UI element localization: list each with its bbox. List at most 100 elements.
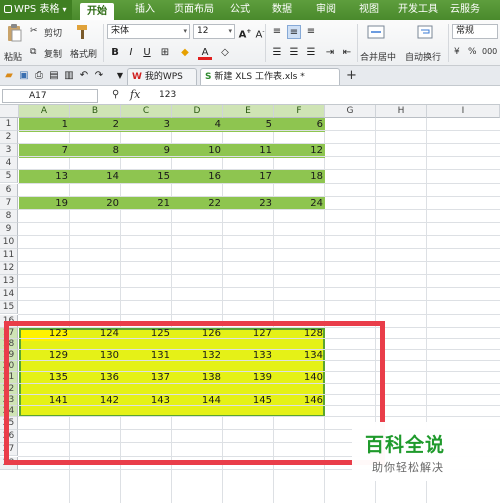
tab-view[interactable]: 视图 [355, 0, 383, 20]
redo-icon[interactable]: ↷ [92, 69, 106, 83]
tab-home[interactable]: 开始 [80, 3, 114, 20]
column-header-e[interactable]: E [223, 105, 274, 118]
outdent-icon[interactable]: ⇤ [340, 46, 354, 60]
undo-icon[interactable]: ↶ [77, 69, 91, 83]
font-color-icon[interactable]: A [198, 46, 212, 60]
align-middle-icon[interactable]: ≡ [287, 25, 301, 39]
cell[interactable]: 2 [70, 118, 121, 131]
cell[interactable]: 21 [121, 197, 172, 210]
cell[interactable]: 10 [172, 144, 223, 157]
align-left-icon[interactable]: ☰ [270, 46, 284, 60]
cell[interactable]: 5 [223, 118, 274, 131]
row-header[interactable]: 6 [0, 183, 18, 197]
cell[interactable]: 3 [121, 118, 172, 131]
column-header-a[interactable]: A [19, 105, 70, 118]
print-preview-icon[interactable]: ▤ [47, 69, 61, 83]
cell[interactable]: 16 [172, 170, 223, 183]
cell[interactable]: 12 [274, 144, 325, 157]
column-header-f[interactable]: F [274, 105, 325, 118]
paste-button[interactable]: 粘贴 [4, 50, 22, 63]
cell[interactable]: 23 [223, 197, 274, 210]
cell[interactable]: 1 [19, 118, 70, 131]
cell[interactable]: 15 [121, 170, 172, 183]
row-header[interactable]: 10 [0, 235, 18, 249]
percent-button[interactable]: % [468, 47, 477, 57]
fx-button[interactable]: fx [130, 88, 140, 101]
cell[interactable]: 17 [223, 170, 274, 183]
cell[interactable]: 14 [70, 170, 121, 183]
column-header-g[interactable]: G [325, 105, 376, 118]
cell[interactable]: 24 [274, 197, 325, 210]
column-header-i[interactable]: I [427, 105, 500, 118]
cell[interactable]: 6 [274, 118, 325, 131]
tab-my-wps[interactable]: W 我的WPS [127, 68, 197, 85]
paste-icon[interactable] [6, 24, 22, 42]
tab-page-layout[interactable]: 页面布局 [170, 0, 218, 20]
row-header[interactable]: 2 [0, 131, 18, 145]
align-top-icon[interactable]: ≡ [270, 25, 284, 39]
align-right-icon[interactable]: ☰ [304, 46, 318, 60]
cell[interactable]: 22 [172, 197, 223, 210]
copy-icon[interactable]: ⧉ [30, 47, 36, 57]
save-icon[interactable]: ▣ [17, 69, 31, 83]
spreadsheet-grid[interactable]: A B C D E F G H I 1 2 3 4 5 6 7 8 9 10 11 12 13 14 15 1… [0, 105, 500, 503]
app-menu-button[interactable]: WPS 表格 ▾ [0, 0, 72, 20]
name-box[interactable]: A17 [2, 89, 98, 103]
row-header[interactable]: 11 [0, 249, 18, 263]
clear-format-icon[interactable]: ◇ [218, 46, 232, 60]
column-header-b[interactable]: B [70, 105, 121, 118]
row-header[interactable]: 9 [0, 222, 18, 236]
cell[interactable]: 20 [70, 197, 121, 210]
cell[interactable]: 7 [19, 144, 70, 157]
select-all-corner[interactable] [0, 105, 19, 118]
row-header[interactable]: 7 [0, 196, 18, 210]
align-bottom-icon[interactable]: ≡ [304, 25, 318, 39]
tab-developer[interactable]: 开发工具 [394, 0, 442, 20]
font-size-select[interactable]: 12 ▾ [193, 24, 235, 39]
row-header[interactable]: 4 [0, 157, 18, 171]
wrap-text-icon[interactable] [417, 24, 433, 40]
cell[interactable]: 19 [19, 197, 70, 210]
cell[interactable]: 8 [70, 144, 121, 157]
indent-icon[interactable]: ⇥ [323, 46, 337, 60]
currency-button[interactable]: ¥ [454, 47, 460, 57]
open-folder-icon[interactable]: ▰ [2, 69, 16, 83]
italic-button[interactable]: I [124, 46, 138, 60]
print-icon[interactable]: ⎙ [32, 69, 46, 83]
row-header[interactable]: 1 [0, 118, 18, 132]
cell[interactable]: 11 [223, 144, 274, 157]
fill-color-icon[interactable]: ◆ [178, 46, 192, 60]
number-format-select[interactable]: 常规 [452, 24, 498, 39]
thousands-button[interactable]: 000 [482, 47, 497, 56]
format-painter-icon[interactable] [75, 24, 91, 40]
tab-data[interactable]: 数据 [268, 0, 296, 20]
row-header[interactable]: 3 [0, 144, 18, 158]
copy-button[interactable]: 复制 [44, 47, 62, 60]
tab-cloud[interactable]: 云服务 [447, 0, 483, 20]
borders-icon[interactable]: ⊞ [158, 46, 172, 60]
underline-button[interactable]: U [140, 46, 154, 60]
tab-review[interactable]: 审阅 [312, 0, 340, 20]
row-header[interactable]: 8 [0, 209, 18, 223]
align-center-icon[interactable]: ☰ [287, 46, 301, 60]
export-icon[interactable]: ▥ [62, 69, 76, 83]
cell[interactable]: 18 [274, 170, 325, 183]
merge-center-icon[interactable] [367, 24, 385, 40]
row-header[interactable]: 15 [0, 301, 18, 315]
cut-button[interactable]: 剪切 [44, 26, 62, 39]
column-header-h[interactable]: H [376, 105, 427, 118]
column-header-c[interactable]: C [121, 105, 172, 118]
cell[interactable]: 13 [19, 170, 70, 183]
row-header[interactable]: 5 [0, 170, 18, 184]
tab-insert[interactable]: 插入 [130, 0, 160, 20]
font-name-select[interactable]: 宋体 ▾ [107, 24, 190, 39]
customize-qat-icon[interactable]: ▼ [113, 69, 127, 83]
row-header[interactable]: 13 [0, 275, 18, 289]
bold-button[interactable]: B [108, 46, 122, 60]
cell[interactable]: 9 [121, 144, 172, 157]
tab-formulas[interactable]: 公式 [226, 0, 254, 20]
zoom-icon[interactable]: ⚲ [112, 89, 119, 100]
new-tab-button[interactable]: + [346, 68, 357, 83]
wrap-text-button[interactable]: 自动换行 [405, 50, 441, 63]
formula-input[interactable]: 123 [155, 89, 498, 103]
